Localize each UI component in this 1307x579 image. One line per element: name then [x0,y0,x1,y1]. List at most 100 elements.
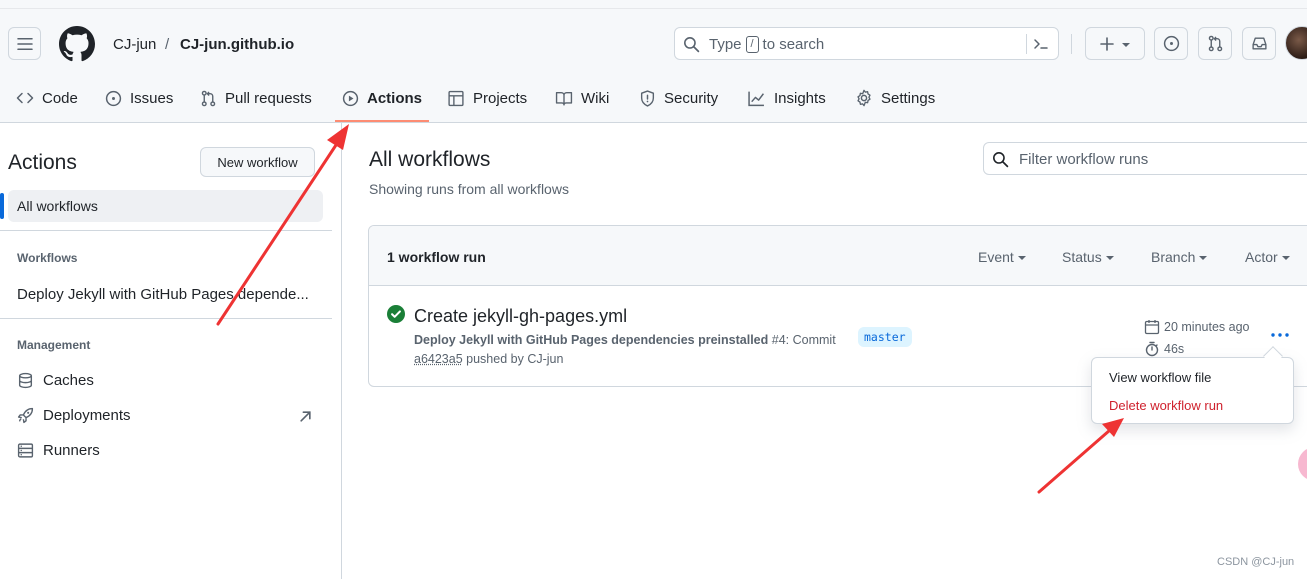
tab-projects-label: Projects [473,89,528,107]
tab-issues[interactable]: Issues [105,80,173,116]
run-number: #4: Commit [771,333,836,347]
play-icon [342,90,359,106]
deployments-label: Deployments [43,407,131,424]
sidebar-item-all-workflows[interactable]: All workflows [8,190,323,222]
chevron-down-icon [1105,256,1114,260]
issue-icon [1163,35,1179,52]
delete-workflow-run-menu-item[interactable]: Delete workflow run [1109,398,1223,413]
code-icon [16,92,34,104]
tab-pull-requests-label: Pull requests [225,89,312,107]
run-title-link[interactable]: Create jekyll-gh-pages.yml [414,306,627,327]
commit-sha-link[interactable]: a6423a5 [414,352,463,366]
user-avatar[interactable] [1285,26,1307,60]
tab-pull-requests[interactable]: Pull requests [200,80,312,116]
annotation-arrow-delete [1037,418,1124,494]
view-workflow-file-menu-item[interactable]: View workflow file [1109,370,1211,385]
kebab-horizontal-icon[interactable] [1270,331,1290,339]
sidebar-item-runners[interactable]: Runners [17,442,100,459]
chevron-down-icon [1017,256,1026,260]
search-divider [1026,34,1027,54]
chevron-down-icon [1122,42,1130,47]
selected-indicator [0,193,4,219]
external-link-icon [300,411,311,422]
inbox-icon [1251,37,1267,50]
create-new-button[interactable] [1085,27,1145,60]
github-logo-icon[interactable] [59,26,95,62]
run-description: Deploy Jekyll with GitHub Pages dependen… [414,333,836,347]
global-search-input[interactable]: Type / to search [674,27,1059,60]
actions-sidebar: Actions New workflow All workflows Workf… [0,123,342,579]
watermark: CSDN @CJ-jun [1217,556,1295,568]
header-divider [1071,34,1072,54]
check-circle-icon [387,305,405,323]
workflows-heading: Workflows [17,251,78,265]
event-filter-label: Event [978,249,1014,265]
tab-settings[interactable]: Settings [855,80,935,116]
runs-list-header: 1 workflow run Event Status Branch Actor [369,226,1307,286]
run-actions-menu: View workflow file Delete workflow run [1091,357,1294,424]
book-icon [555,91,573,106]
branch-filter-dropdown[interactable]: Branch [1151,249,1208,265]
actor-filter-dropdown[interactable]: Actor [1245,249,1290,265]
floating-assistant-button[interactable] [1298,447,1307,481]
event-filter-dropdown[interactable]: Event [978,249,1026,265]
run-timestamp: 20 minutes ago [1144,319,1249,335]
runners-label: Runners [43,442,100,459]
run-pushed-by: pushed by CJ-jun [466,352,564,366]
caches-label: Caches [43,372,94,389]
breadcrumb-separator: / [165,36,170,53]
table-icon [448,90,464,106]
tab-insights-label: Insights [774,89,826,107]
page-title: All workflows [369,148,491,171]
tab-actions[interactable]: Actions [342,80,422,116]
run-duration-value: 46s [1164,342,1185,356]
pull-request-icon [1208,35,1222,52]
issue-icon [105,90,122,106]
your-issues-button[interactable] [1154,27,1188,60]
plus-icon [1100,36,1114,51]
tab-issues-label: Issues [130,89,174,107]
search-placeholder: Type / to search [709,36,824,53]
gear-icon [857,89,871,107]
management-heading: Management [17,338,91,352]
sidebar-item-workflow[interactable]: Deploy Jekyll with GitHub Pages depende.… [17,286,309,303]
server-icon [17,443,34,458]
filter-runs-input[interactable]: Filter workflow runs [983,142,1307,175]
command-palette-icon[interactable] [1032,36,1050,52]
search-icon [993,152,1009,168]
search-icon [684,37,700,53]
runs-count: 1 workflow run [387,249,486,265]
tab-code[interactable]: Code [16,80,78,116]
sidebar-divider [0,230,332,231]
repo-owner-link[interactable]: CJ-jun [113,36,156,53]
tab-insights[interactable]: Insights [747,80,826,116]
your-pull-requests-button[interactable] [1198,27,1232,60]
page-subtitle: Showing runs from all workflows [369,181,569,197]
pull-request-icon [201,90,216,106]
actor-filter-label: Actor [1245,249,1278,265]
search-prefix: Type [709,36,742,53]
run-workflow-name: Deploy Jekyll with GitHub Pages dependen… [414,333,769,347]
new-workflow-button[interactable]: New workflow [200,147,315,177]
status-filter-dropdown[interactable]: Status [1062,249,1114,265]
branch-badge[interactable]: master [858,327,912,347]
sidebar-item-caches[interactable]: Caches [17,372,94,389]
sidebar-divider [0,318,332,319]
repo-name-link[interactable]: CJ-jun.github.io [180,36,294,53]
top-divider [0,8,1307,9]
hamburger-icon [16,37,33,50]
database-icon [18,372,33,389]
notifications-button[interactable] [1242,27,1276,60]
tab-settings-label: Settings [881,89,936,107]
sidebar-item-deployments[interactable]: Deployments [17,407,131,424]
tab-projects[interactable]: Projects [447,80,527,116]
tab-wiki[interactable]: Wiki [555,80,609,116]
tab-security[interactable]: Security [639,80,718,116]
tab-wiki-label: Wiki [581,89,610,107]
status-filter-label: Status [1062,249,1102,265]
tab-actions-label: Actions [367,89,423,107]
tab-code-label: Code [42,89,78,107]
run-commit-info: a6423a5 pushed by CJ-jun [414,352,563,366]
menu-button[interactable] [8,27,41,60]
rocket-icon [17,407,34,424]
